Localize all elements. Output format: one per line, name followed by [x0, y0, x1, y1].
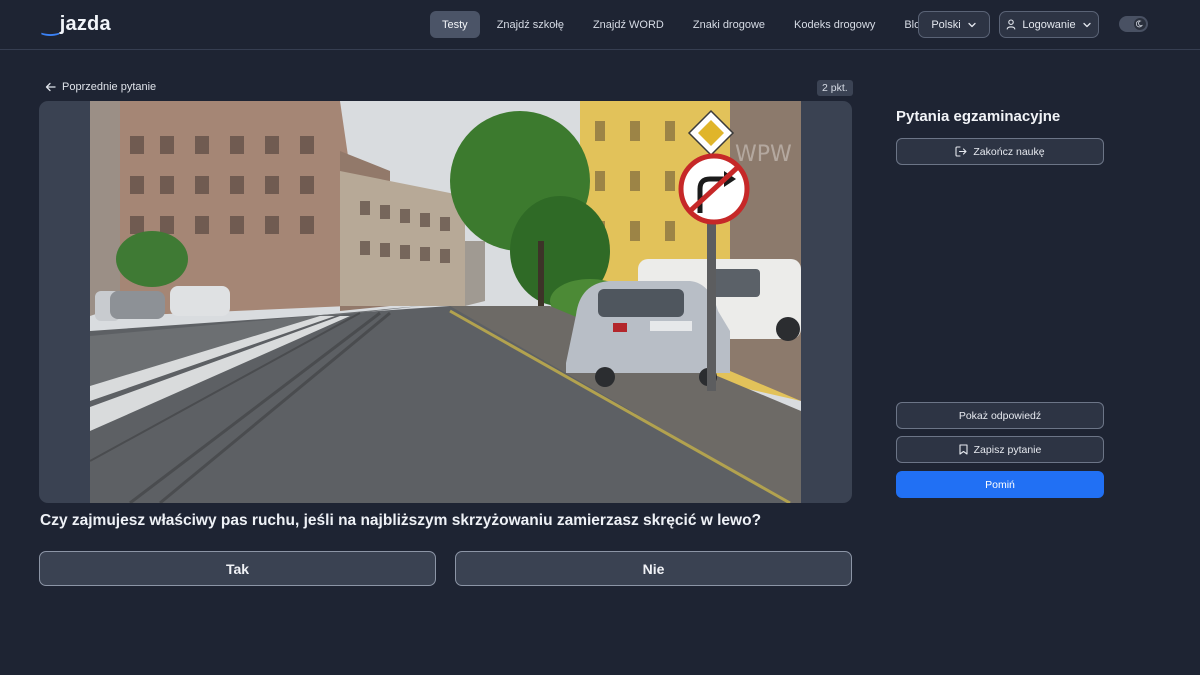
chevron-down-icon — [1082, 20, 1092, 30]
bookmark-icon — [959, 444, 968, 455]
nav-znaki-drogowe[interactable]: Znaki drogowe — [681, 11, 777, 38]
nav-znajdz-word[interactable]: Znajdź WORD — [581, 11, 676, 38]
finish-learning-label: Zakończ naukę — [973, 145, 1045, 158]
panel-title: Pytania egzaminacyjne — [896, 108, 1061, 125]
question-media: WPW — [39, 101, 852, 503]
top-navbar: ‿ jazda Testy Znajdź szkołę Znajdź WORD Z… — [0, 0, 1200, 50]
arrow-left-icon — [45, 82, 56, 92]
nav-testy[interactable]: Testy — [430, 11, 480, 38]
login-button[interactable]: Logowanie — [999, 11, 1099, 38]
finish-learning-button[interactable]: Zakończ naukę — [896, 138, 1104, 165]
answer-yes-button[interactable]: Tak — [39, 551, 436, 586]
nav-znajdz-szkole[interactable]: Znajdź szkołę — [485, 11, 576, 38]
image-watermark: WPW — [735, 142, 792, 167]
logo-mark: ‿ — [42, 14, 59, 36]
language-label: Polski — [931, 18, 961, 31]
logo-text: jazda — [59, 13, 111, 35]
language-select[interactable]: Polski — [918, 11, 990, 38]
nav-kodeks-drogowy[interactable]: Kodeks drogowy — [782, 11, 887, 38]
previous-question-link[interactable]: Poprzednie pytanie — [45, 81, 156, 93]
previous-question-label: Poprzednie pytanie — [62, 81, 157, 93]
question-text: Czy zajmujesz właściwy pas ruchu, jeśli … — [40, 512, 762, 529]
skip-label: Pomiń — [985, 478, 1015, 491]
main-nav: Testy Znajdź szkołę Znajdź WORD Znaki dr… — [430, 11, 943, 38]
street-scene-image: WPW — [90, 101, 801, 503]
answer-no-button[interactable]: Nie — [455, 551, 852, 586]
exit-icon — [955, 146, 967, 157]
theme-toggle[interactable] — [1119, 16, 1148, 32]
show-answer-button[interactable]: Pokaż odpowiedź — [896, 402, 1104, 429]
moon-icon — [1134, 18, 1146, 30]
show-answer-label: Pokaż odpowiedź — [958, 409, 1042, 422]
skip-button[interactable]: Pomiń — [896, 471, 1104, 498]
logo[interactable]: ‿ jazda — [42, 12, 111, 37]
points-badge: 2 pkt. — [817, 80, 853, 96]
user-icon — [1006, 19, 1016, 30]
save-question-label: Zapisz pytanie — [973, 443, 1042, 456]
login-label: Logowanie — [1022, 18, 1076, 31]
chevron-down-icon — [967, 20, 977, 30]
save-question-button[interactable]: Zapisz pytanie — [896, 436, 1104, 463]
